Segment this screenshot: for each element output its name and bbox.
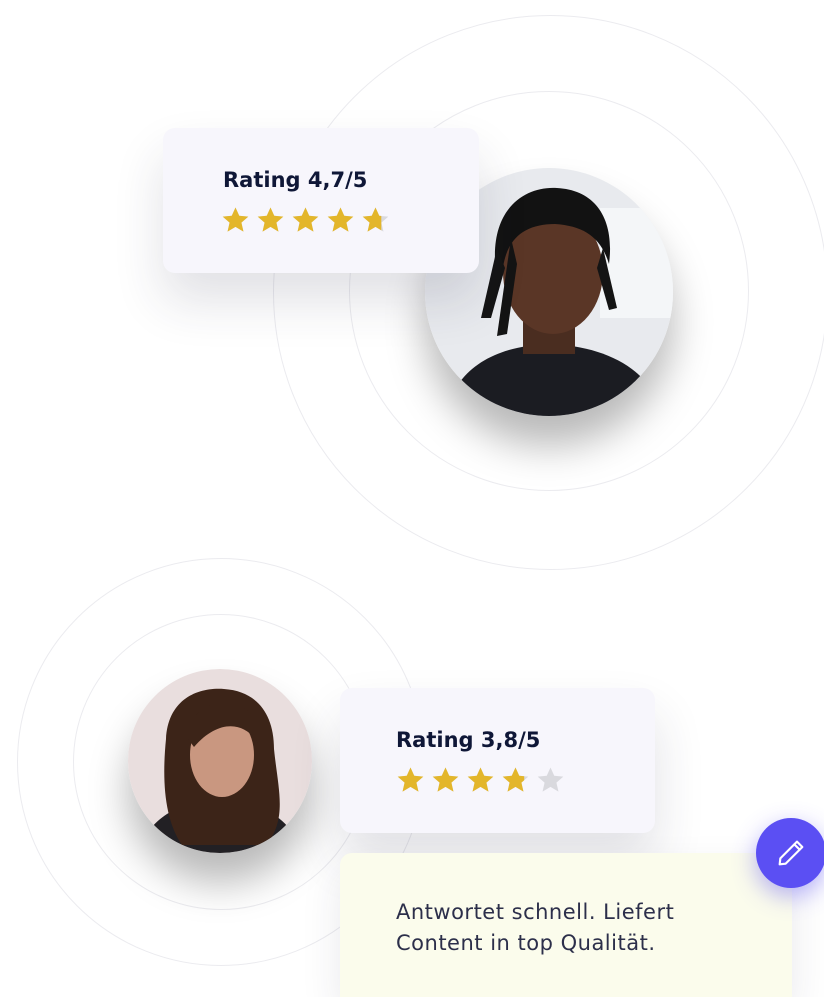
star-icon	[292, 207, 319, 232]
star-icon	[397, 767, 424, 792]
reviewer-avatar-2	[128, 669, 312, 853]
star-rating	[221, 206, 390, 235]
star-icon	[362, 207, 389, 232]
star-icon	[502, 767, 529, 792]
star-icon	[222, 207, 249, 232]
review-comment-card: Antwortet schnell. Liefert Content in to…	[340, 853, 792, 997]
rating-label: Rating 3,8/5	[396, 728, 541, 752]
star-icon	[537, 767, 564, 792]
rating-card-1: Rating 4,7/5	[163, 128, 479, 273]
star-icon	[327, 207, 354, 232]
rating-label: Rating 4,7/5	[223, 168, 368, 192]
star-icon	[257, 207, 284, 232]
edit-button[interactable]	[756, 818, 824, 888]
review-comment-text: Antwortet schnell. Liefert Content in to…	[396, 900, 675, 955]
pencil-icon	[778, 840, 804, 866]
star-icon	[432, 767, 459, 792]
star-rating	[396, 766, 565, 795]
star-icon	[467, 767, 494, 792]
rating-card-2: Rating 3,8/5	[340, 688, 655, 833]
